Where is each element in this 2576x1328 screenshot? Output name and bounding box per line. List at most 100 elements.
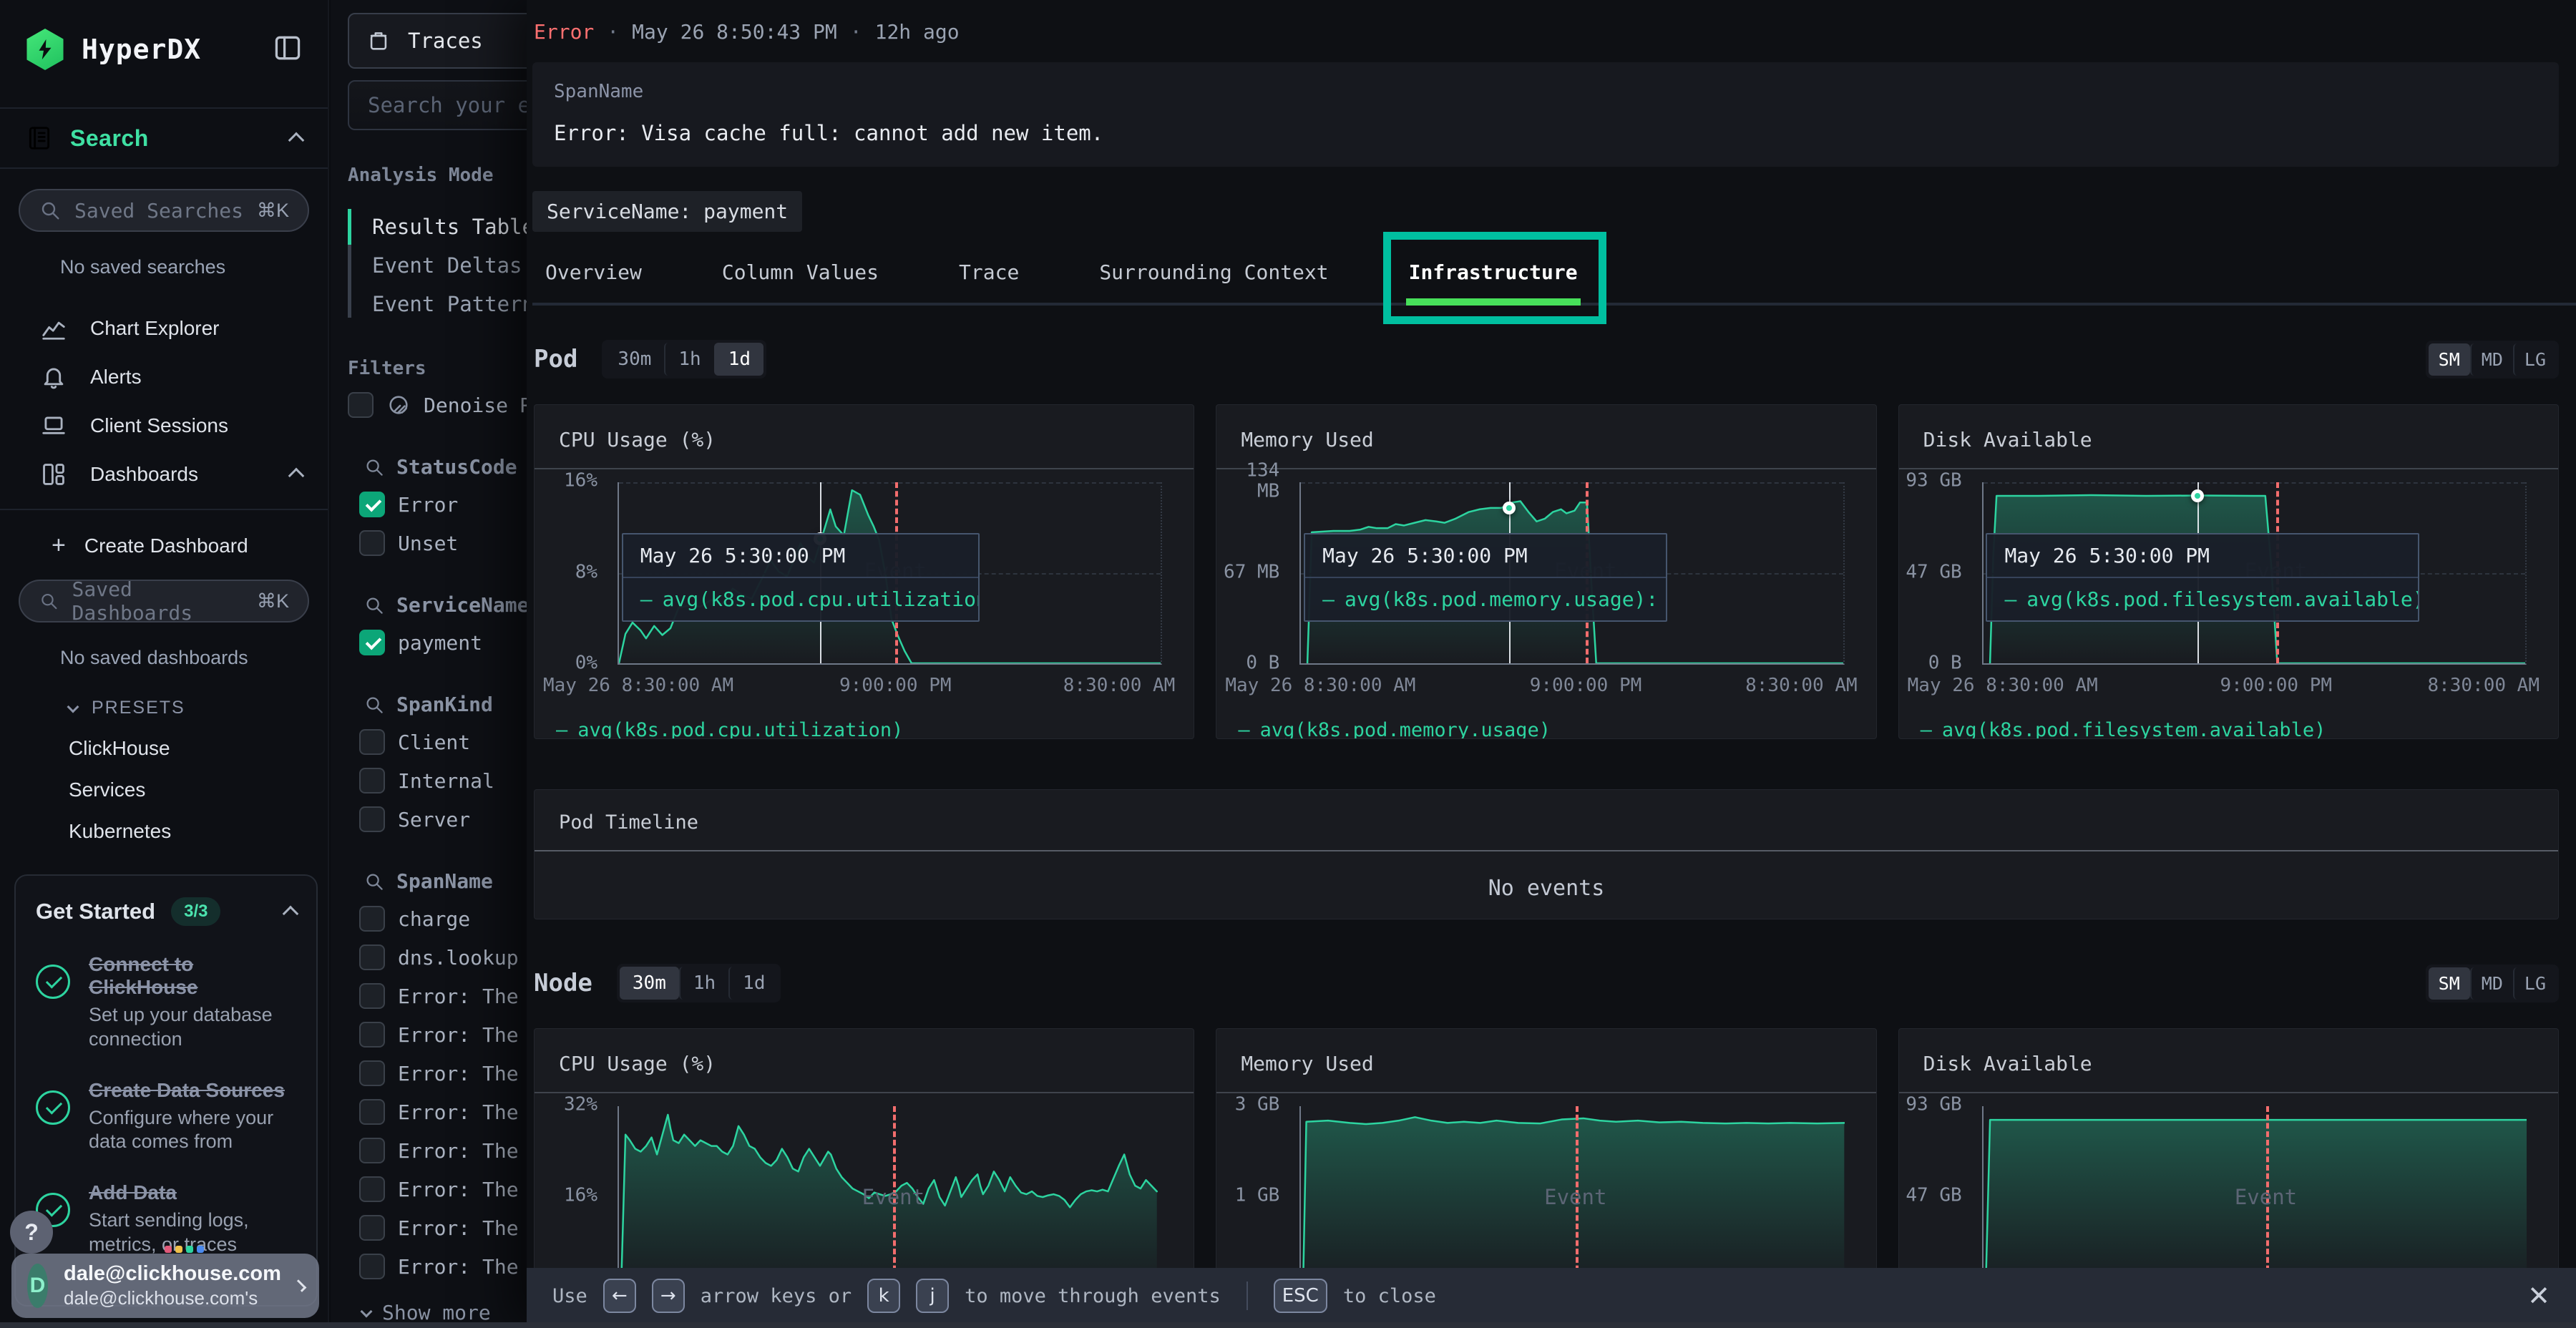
sidebar-item-alerts[interactable]: Alerts <box>0 353 328 401</box>
arrow-right-key[interactable]: → <box>652 1279 685 1313</box>
sidebar-item-search[interactable]: Search <box>0 107 328 169</box>
checkbox[interactable] <box>359 983 385 1009</box>
search-icon[interactable] <box>364 694 385 716</box>
chevron-down-icon <box>67 700 79 713</box>
filter-option[interactable]: Internal <box>359 768 527 794</box>
preset-kubernetes[interactable]: Kubernetes <box>69 820 328 843</box>
size-lg[interactable]: LG <box>2513 343 2556 376</box>
mode-results-table[interactable]: Results Table <box>372 208 527 246</box>
preset-services[interactable]: Services <box>69 778 328 801</box>
checkbox[interactable] <box>348 392 374 418</box>
search-icon[interactable] <box>364 456 385 478</box>
checkbox[interactable] <box>359 1060 385 1086</box>
range-1h[interactable]: 1h <box>679 967 728 1000</box>
tab-trace[interactable]: Trace <box>959 260 1019 284</box>
saved-searches-input[interactable]: Saved Searches ⌘K <box>19 189 309 232</box>
mode-event-deltas[interactable]: Event Deltas <box>372 246 527 285</box>
event-search-input[interactable]: Search your e <box>348 80 527 130</box>
filter-option[interactable]: Client <box>359 729 527 755</box>
j-key[interactable]: j <box>916 1279 949 1313</box>
checkbox-checked[interactable] <box>359 630 385 655</box>
checkbox[interactable] <box>359 1254 385 1279</box>
chevron-up-icon[interactable] <box>283 906 299 922</box>
presets-toggle[interactable]: PRESETS <box>69 698 328 718</box>
sidebar-item-chart-explorer[interactable]: Chart Explorer <box>0 304 328 353</box>
checkbox[interactable] <box>359 1215 385 1241</box>
tab-column-values[interactable]: Column Values <box>722 260 879 284</box>
node-disk-plot[interactable]: Event <box>1982 1106 2527 1288</box>
checkbox[interactable] <box>359 944 385 970</box>
x-tick-label: 8:30:00 AM <box>2427 675 2540 696</box>
filter-option[interactable]: Error: The cr <box>359 1099 527 1125</box>
tab-infrastructure[interactable]: Infrastructure <box>1409 260 1578 284</box>
filter-option[interactable]: payment <box>359 630 527 655</box>
size-md[interactable]: MD <box>2470 343 2513 376</box>
create-dashboard-button[interactable]: + Create Dashboard <box>52 532 328 560</box>
checkbox[interactable] <box>359 530 385 556</box>
mode-event-patterns[interactable]: Event Patterns <box>372 285 527 323</box>
checkbox[interactable] <box>359 1022 385 1048</box>
esc-key[interactable]: ESC <box>1274 1279 1327 1313</box>
node-cpu-plot[interactable]: Event <box>618 1106 1162 1288</box>
tab-surrounding-context[interactable]: Surrounding Context <box>1099 260 1328 284</box>
size-md[interactable]: MD <box>2470 967 2513 1000</box>
checkbox[interactable] <box>359 1176 385 1202</box>
filter-option[interactable]: Error: The cr <box>359 1254 527 1279</box>
source-select-value: Traces <box>408 29 483 53</box>
checkbox[interactable] <box>359 1099 385 1125</box>
checkbox[interactable] <box>359 806 385 832</box>
k-key[interactable]: k <box>867 1279 900 1313</box>
filter-option[interactable]: Error: The cr <box>359 1060 527 1086</box>
filter-option[interactable]: Error: The cr <box>359 1176 527 1202</box>
user-menu[interactable]: D dale@clickhouse.com dale@clickhouse.co… <box>11 1254 319 1318</box>
saved-dashboards-input[interactable]: Saved Dashboards ⌘K <box>19 580 309 622</box>
size-sm[interactable]: SM <box>2429 967 2470 1000</box>
checkbox-checked[interactable] <box>359 492 385 517</box>
checkbox[interactable] <box>359 729 385 755</box>
preset-clickhouse[interactable]: ClickHouse <box>69 737 328 760</box>
chart-legend: avg(k8s.pod.memory.usage) <box>1238 719 1875 739</box>
tab-overview[interactable]: Overview <box>545 260 642 284</box>
range-30m[interactable]: 30m <box>620 967 679 1000</box>
checkbox[interactable] <box>359 1138 385 1163</box>
pod-memory-plot[interactable]: EventMay 26 5:30:00 PM—avg(k8s.pod.memor… <box>1299 482 1844 665</box>
service-name-chip[interactable]: ServiceName: payment <box>532 191 802 232</box>
arrow-left-key[interactable]: ← <box>603 1279 636 1313</box>
checkbox[interactable] <box>359 906 385 932</box>
search-icon[interactable] <box>364 595 385 616</box>
node-memory-plot[interactable]: Event <box>1299 1106 1844 1288</box>
x-tick-label: 9:00:00 PM <box>2220 675 2332 696</box>
help-button[interactable]: ? <box>10 1211 53 1254</box>
range-1h[interactable]: 1h <box>664 343 713 376</box>
status-badge: Error <box>534 20 594 44</box>
pod-disk-plot[interactable]: EventMay 26 5:30:00 PM—avg(k8s.pod.files… <box>1982 482 2527 665</box>
range-1d[interactable]: 1d <box>714 343 763 376</box>
filter-option[interactable]: Error <box>359 492 527 517</box>
range-1d[interactable]: 1d <box>728 967 778 1000</box>
collapse-sidebar-icon[interactable] <box>272 32 303 67</box>
search-icon[interactable] <box>364 871 385 892</box>
filter-option[interactable]: Error: The cr <box>359 1022 527 1048</box>
size-lg[interactable]: LG <box>2513 967 2556 1000</box>
sidebar-item-dashboards[interactable]: Dashboards <box>0 450 328 499</box>
filter-option[interactable]: Error: The cr <box>359 1215 527 1241</box>
pod-cpu-plot[interactable]: EventMay 26 5:30:00 PM—avg(k8s.pod.cpu.u… <box>618 482 1162 665</box>
source-select[interactable]: Traces <box>348 13 527 69</box>
filter-option[interactable]: Error: The cr <box>359 1138 527 1163</box>
show-more-button[interactable]: Show more <box>362 1301 527 1324</box>
chart-legend: avg(k8s.pod.filesystem.available) <box>1921 719 2558 739</box>
get-started-step[interactable]: Create Data Sources Configure where your… <box>36 1079 296 1155</box>
filter-option[interactable]: Server <box>359 806 527 832</box>
size-sm[interactable]: SM <box>2429 343 2470 376</box>
checkbox[interactable] <box>359 768 385 794</box>
get-started-step[interactable]: Connect to ClickHouse Set up your databa… <box>36 953 296 1052</box>
filter-option[interactable]: Unset <box>359 530 527 556</box>
range-30m[interactable]: 30m <box>605 343 664 376</box>
y-tick-label: 0% <box>575 653 597 674</box>
filter-option[interactable]: charge <box>359 906 527 932</box>
denoise-toggle[interactable]: Denoise Re <box>348 392 527 418</box>
filter-option[interactable]: Error: The cr <box>359 983 527 1009</box>
close-icon[interactable]: ✕ <box>2527 1280 2550 1312</box>
filter-option[interactable]: dns.lookup <box>359 944 527 970</box>
sidebar-item-client-sessions[interactable]: Client Sessions <box>0 401 328 450</box>
